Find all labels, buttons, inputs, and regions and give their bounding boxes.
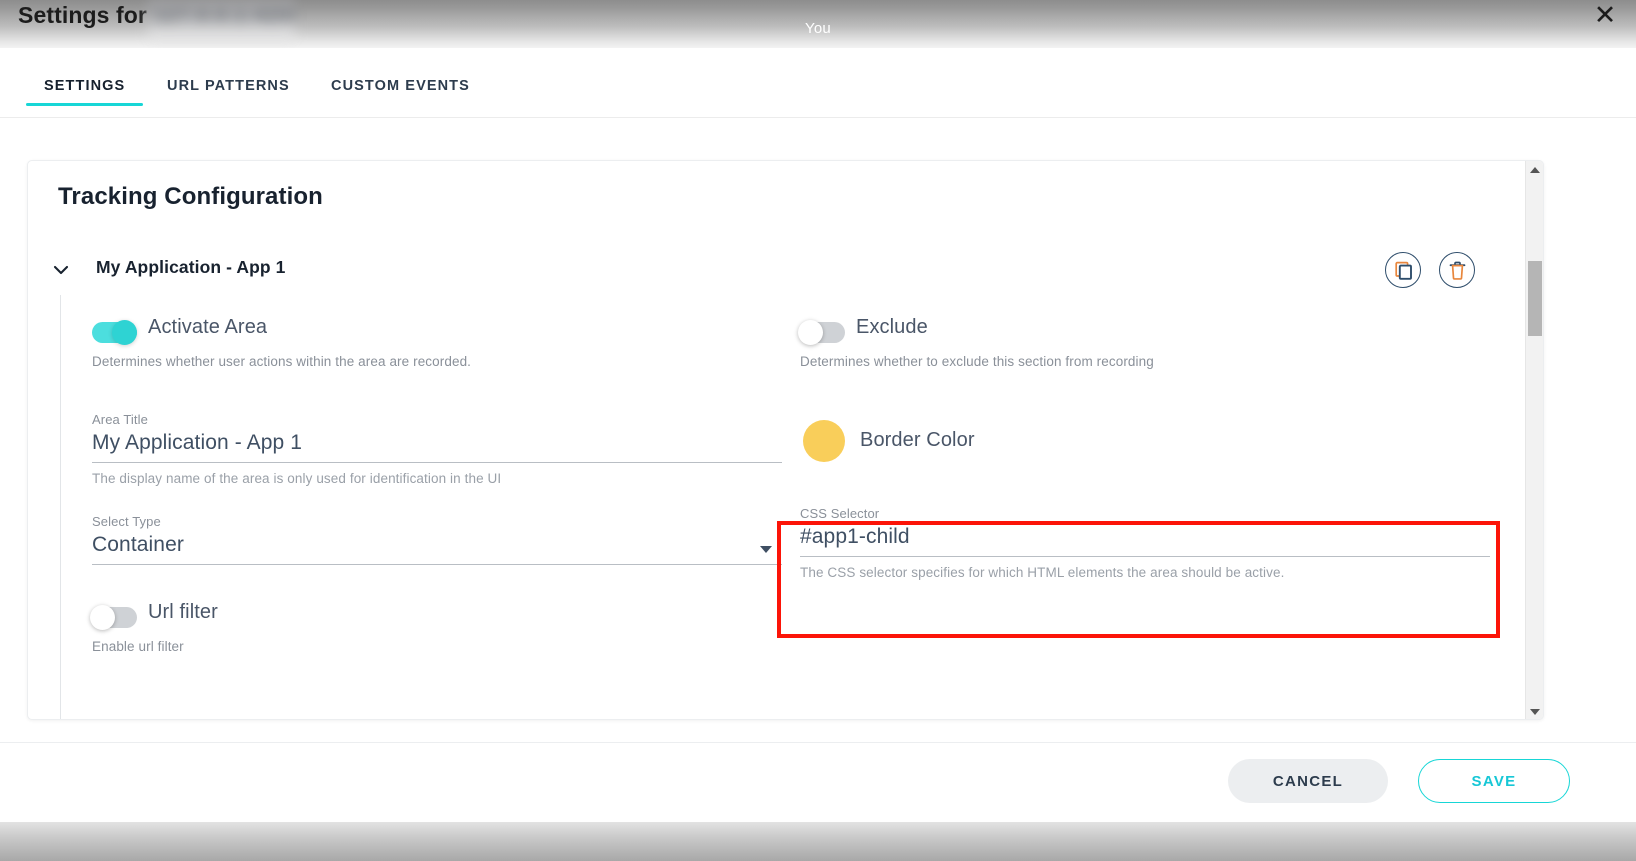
activate-area-row: Activate Area Determines whether user ac… <box>92 316 782 390</box>
delete-area-button[interactable] <box>1439 252 1475 288</box>
css-selector-field: CSS Selector #app1-child The CSS selecto… <box>800 506 1490 580</box>
dialog-footer: CANCEL SAVE <box>0 742 1636 822</box>
area-title-input[interactable]: My Application - App 1 <box>92 431 782 463</box>
url-filter-label: Url filter <box>148 601 218 623</box>
border-color-row: Border Color <box>800 420 1490 490</box>
url-filter-row: Url filter Enable url filter <box>90 601 782 675</box>
close-icon[interactable]: ✕ <box>1588 0 1622 34</box>
select-type-field: Select Type Container <box>92 514 782 565</box>
activate-area-toggle[interactable] <box>92 320 137 345</box>
css-selector-label: CSS Selector <box>800 506 880 521</box>
area-title-field: Area Title My Application - App 1 The di… <box>92 412 782 486</box>
exclude-hint: Determines whether to exclude this secti… <box>800 354 1154 369</box>
redacted-host-text: 127.0.0.1:4200 <box>154 5 295 27</box>
form-column-left: Activate Area Determines whether user ac… <box>90 316 782 675</box>
card-scrollbar[interactable] <box>1525 161 1543 719</box>
area-title-label: Area Title <box>92 412 148 427</box>
tracking-configuration-card: Tracking Configuration My Application - … <box>27 160 1544 720</box>
form-column-right: Exclude Determines whether to exclude th… <box>798 316 1490 580</box>
area-title-hint: The display name of the area is only use… <box>92 471 502 486</box>
redacted-host-label: 127.0.0.1:4200 <box>148 0 295 44</box>
select-type-select[interactable]: Container <box>92 533 782 565</box>
accordion-guide-line <box>60 295 61 719</box>
tab-url-patterns[interactable]: URL PATTERNS <box>167 78 290 106</box>
area-accordion-label[interactable]: My Application - App 1 <box>96 257 286 278</box>
tab-custom-events[interactable]: CUSTOM EVENTS <box>331 78 470 106</box>
css-selector-input[interactable]: #app1-child <box>800 525 1490 557</box>
exclude-row: Exclude Determines whether to exclude th… <box>798 316 1490 390</box>
css-selector-hint: The CSS selector specifies for which HTM… <box>800 565 1285 580</box>
page-title: Tracking Configuration <box>58 183 323 210</box>
border-color-swatch[interactable] <box>803 420 845 462</box>
border-color-label: Border Color <box>860 429 975 451</box>
dialog-title: Settings for <box>18 2 147 28</box>
activate-area-hint: Determines whether user actions within t… <box>92 354 472 369</box>
tab-settings[interactable]: SETTINGS <box>25 78 144 106</box>
duplicate-area-button[interactable] <box>1385 252 1421 288</box>
dialog-titlebar: Settings for 127.0.0.1:4200 You ✕ <box>0 0 1636 48</box>
chevron-down-icon[interactable] <box>1526 703 1543 719</box>
exclude-toggle[interactable] <box>798 320 845 345</box>
chevron-down-icon[interactable] <box>760 546 772 553</box>
activate-area-label: Activate Area <box>148 316 268 338</box>
url-filter-toggle[interactable] <box>90 605 137 630</box>
chevron-down-icon[interactable] <box>50 259 72 281</box>
save-button[interactable]: SAVE <box>1418 759 1570 803</box>
exclude-label: Exclude <box>856 316 928 338</box>
chevron-up-icon[interactable] <box>1526 161 1543 179</box>
url-filter-hint: Enable url filter <box>92 639 184 654</box>
window-bottom-strip <box>0 822 1636 861</box>
area-actions <box>1385 252 1475 288</box>
cancel-button[interactable]: CANCEL <box>1228 759 1388 803</box>
select-type-label: Select Type <box>92 514 161 529</box>
area-accordion-header: My Application - App 1 <box>28 249 1543 297</box>
tab-bar: SETTINGS URL PATTERNS CUSTOM EVENTS <box>0 48 1636 118</box>
settings-dialog: Settings for 127.0.0.1:4200 You ✕ SETTIN… <box>0 0 1636 861</box>
scrollbar-thumb[interactable] <box>1528 261 1542 336</box>
